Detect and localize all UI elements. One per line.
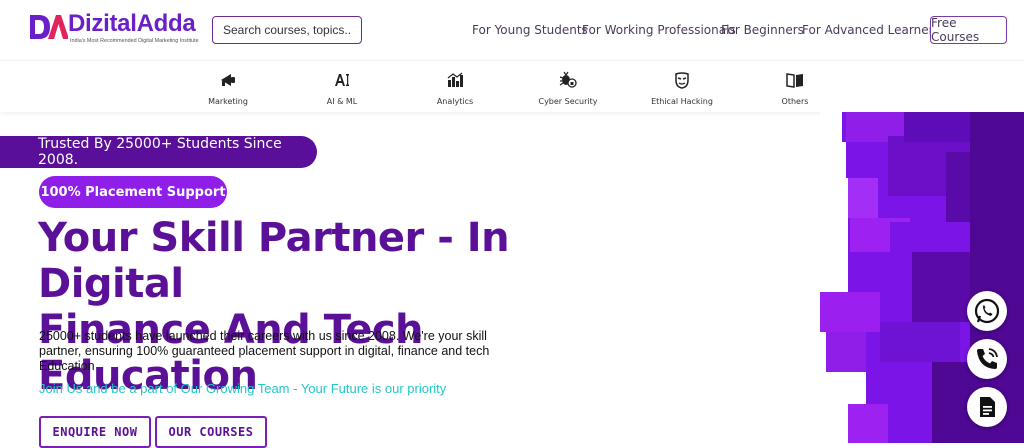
category-bar: Marketing AI & ML Analytics Cyber Securi… [0,60,1024,112]
our-courses-button[interactable]: OUR COURSES [155,416,267,448]
logo-mark-icon [30,15,68,39]
category-label: Ethical Hacking [651,97,713,106]
hero-headline-line1: Your Skill Partner - In Digital [38,215,510,307]
category-label: Marketing [208,97,248,106]
brand-tagline: India's Most Recommended Digital Marketi… [70,38,199,44]
category-cyber-security[interactable]: Cyber Security [518,71,618,106]
enquire-now-button[interactable]: ENQUIRE NOW [39,416,151,448]
category-ai-ml[interactable]: AI & ML [292,71,392,106]
site-header: DizitalAdda India's Most Recommended Dig… [0,0,1024,60]
nav-working-professionals[interactable]: For Working Professionals [582,23,736,37]
bug-lock-icon [559,71,577,88]
brand-name: DizitalAdda [68,10,196,37]
free-courses-button[interactable]: Free Courses [930,16,1007,44]
bar-chart-icon [447,72,463,87]
ai-icon [335,74,349,86]
nav-beginners[interactable]: For Beginners [721,23,804,37]
hero-join-text: Join Us and be a part of Our Growing Tea… [39,381,447,396]
brand-logo[interactable]: DizitalAdda India's Most Recommended Dig… [28,10,206,46]
category-label: Others [781,97,809,106]
hacker-mask-icon [675,72,689,89]
category-others[interactable]: Others [745,71,845,106]
phone-call-icon [977,348,998,369]
hero-description: 25000+ students have launched their care… [39,329,490,373]
category-label: Cyber Security [538,97,598,106]
open-book-icon [786,73,803,88]
nav-advanced-learners[interactable]: For Advanced Learners [802,23,940,37]
whatsapp-icon [974,298,1000,324]
category-label: AI & ML [326,97,358,106]
placement-badge[interactable]: 100% Placement Support [39,176,227,208]
whatsapp-button[interactable] [967,291,1007,331]
document-icon [980,397,995,417]
category-label: Analytics [436,97,474,106]
category-ethical-hacking[interactable]: Ethical Hacking [632,71,732,106]
category-analytics[interactable]: Analytics [405,71,505,106]
megaphone-icon [221,74,235,86]
nav-young-students[interactable]: For Young Students [472,23,588,37]
trusted-banner: Trusted By 25000+ Students Since 2008. [0,136,317,168]
call-button[interactable] [967,339,1007,379]
search-input[interactable] [212,16,362,44]
form-button[interactable] [967,387,1007,427]
category-marketing[interactable]: Marketing [178,71,278,106]
